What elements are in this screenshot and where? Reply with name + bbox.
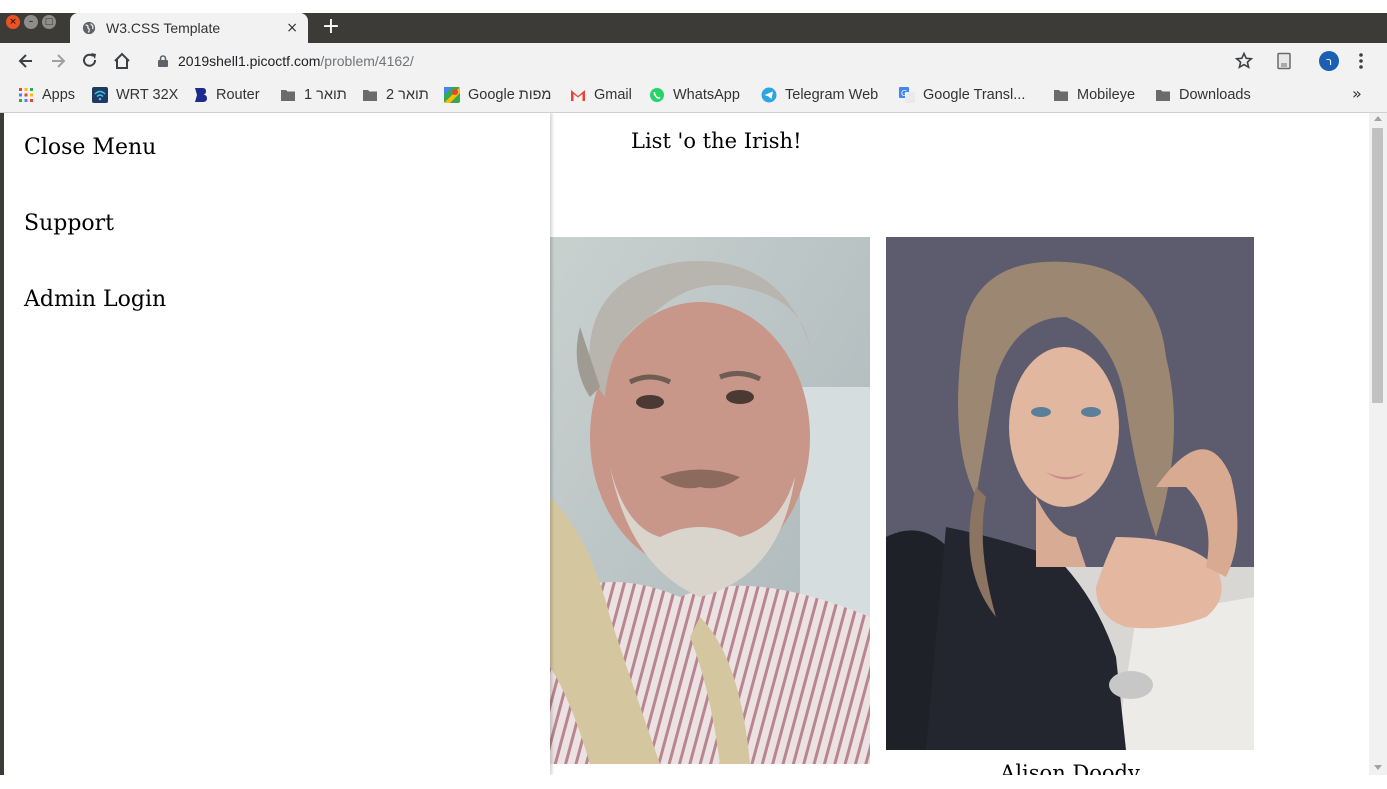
bookmark-google-translate[interactable]: G Google Transl... — [899, 85, 1025, 105]
bookmarks-bar: Apps WRT 32X Router תואר 1 תואר 2 Google… — [0, 79, 1387, 113]
bookmark-label: Telegram Web — [785, 87, 879, 103]
bookmark-label: Gmail — [594, 87, 632, 103]
bookmark-downloads[interactable]: Downloads — [1155, 85, 1251, 105]
whatsapp-icon — [650, 88, 664, 102]
admin-login-link[interactable]: Admin Login — [4, 265, 550, 341]
close-menu-link[interactable]: Close Menu — [4, 113, 550, 189]
browser-toolbar: 2019shell1.picoctf.com/problem/4162/ — [0, 43, 1387, 79]
bookmark-whatsapp[interactable]: WhatsApp — [649, 85, 740, 105]
more-menu-icon[interactable] — [1351, 51, 1371, 71]
reload-icon[interactable] — [80, 51, 100, 71]
page-title: List 'o the Irish! — [631, 129, 802, 153]
address-bar[interactable]: 2019shell1.picoctf.com/problem/4162/ — [150, 46, 1270, 76]
bookmark-telegram[interactable]: Telegram Web — [761, 85, 878, 105]
home-icon[interactable] — [112, 51, 132, 71]
gmail-icon — [571, 90, 585, 101]
window-maximize-button[interactable]: □ — [42, 15, 56, 29]
page-viewport: Close Menu Support Admin Login List 'o t… — [0, 113, 1369, 775]
lock-icon — [158, 55, 168, 67]
bearded-man-photo — [550, 237, 870, 764]
card-caption: Alison Doody — [1000, 761, 1140, 775]
star-bookmark-icon[interactable] — [1234, 51, 1254, 71]
bookmark-label: תואר 2 — [386, 87, 429, 103]
bookmark-label: תואר 1 — [304, 87, 347, 103]
bookmark-label: Apps — [42, 87, 76, 103]
forward-arrow-icon[interactable] — [48, 51, 68, 71]
bookmark-apps[interactable]: Apps — [18, 85, 75, 105]
support-link[interactable]: Support — [4, 189, 550, 265]
translate-icon: G — [899, 87, 915, 103]
globe-icon — [82, 21, 96, 35]
bookmark-router[interactable]: Router — [192, 85, 260, 105]
bookmark-label: WRT 32X — [116, 87, 179, 103]
window-close-button[interactable]: × — [6, 15, 20, 29]
window-minimize-button[interactable]: – — [24, 15, 38, 29]
apps-grid-icon — [19, 88, 33, 102]
bookmark-label: WhatsApp — [673, 87, 740, 103]
woman-portrait-photo — [886, 237, 1254, 750]
bookmark-folder-2[interactable]: תואר 2 — [362, 85, 429, 105]
scroll-down-arrow-icon[interactable] — [1374, 765, 1382, 770]
bookmark-label: Google Transl... — [923, 87, 1026, 103]
folder-icon — [1054, 90, 1068, 101]
folder-icon — [281, 90, 295, 101]
bookmark-label: Mobileye — [1077, 87, 1136, 103]
profile-avatar[interactable]: ר — [1319, 51, 1339, 71]
telegram-icon — [761, 87, 777, 103]
tab-title: W3.CSS Template — [106, 20, 221, 36]
folder-icon — [1156, 90, 1170, 101]
window-controls: × – □ — [6, 15, 56, 29]
bookmark-label: Router — [216, 87, 260, 103]
tab-close-icon[interactable]: × — [286, 20, 298, 36]
page-scrollbar[interactable] — [1369, 113, 1387, 775]
bookmark-gmail[interactable]: Gmail — [570, 85, 632, 105]
maps-icon — [444, 87, 460, 103]
bookmark-label: Google מפות — [468, 87, 552, 103]
browser-tab[interactable]: W3.CSS Template × — [70, 13, 308, 43]
bookmark-label: Downloads — [1179, 87, 1251, 103]
url-path: /problem/4162/ — [320, 53, 414, 69]
scroll-up-arrow-icon[interactable] — [1374, 116, 1382, 121]
svg-text:G: G — [901, 89, 907, 98]
bookmarks-overflow-chevron-icon[interactable]: » — [1352, 84, 1362, 103]
new-tab-button[interactable]: + — [320, 14, 342, 40]
router-icon — [195, 88, 207, 102]
wifi-icon — [92, 87, 108, 103]
reader-mode-icon[interactable] — [1274, 51, 1294, 71]
folder-icon — [363, 90, 377, 101]
bookmark-google-maps[interactable]: Google מפות — [444, 85, 551, 105]
bookmark-mobileye[interactable]: Mobileye — [1053, 85, 1135, 105]
window-bottom-edge — [0, 775, 1387, 789]
scrollbar-thumb[interactable] — [1372, 128, 1383, 403]
bookmark-folder-1[interactable]: תואר 1 — [280, 85, 347, 105]
sidebar-menu: Close Menu Support Admin Login — [4, 113, 550, 775]
browser-titlebar: × – □ W3.CSS Template × + — [0, 0, 1387, 43]
bookmark-wrt32x[interactable]: WRT 32X — [92, 85, 178, 105]
url-host: 2019shell1.picoctf.com — [178, 53, 321, 69]
back-arrow-icon[interactable] — [16, 51, 36, 71]
